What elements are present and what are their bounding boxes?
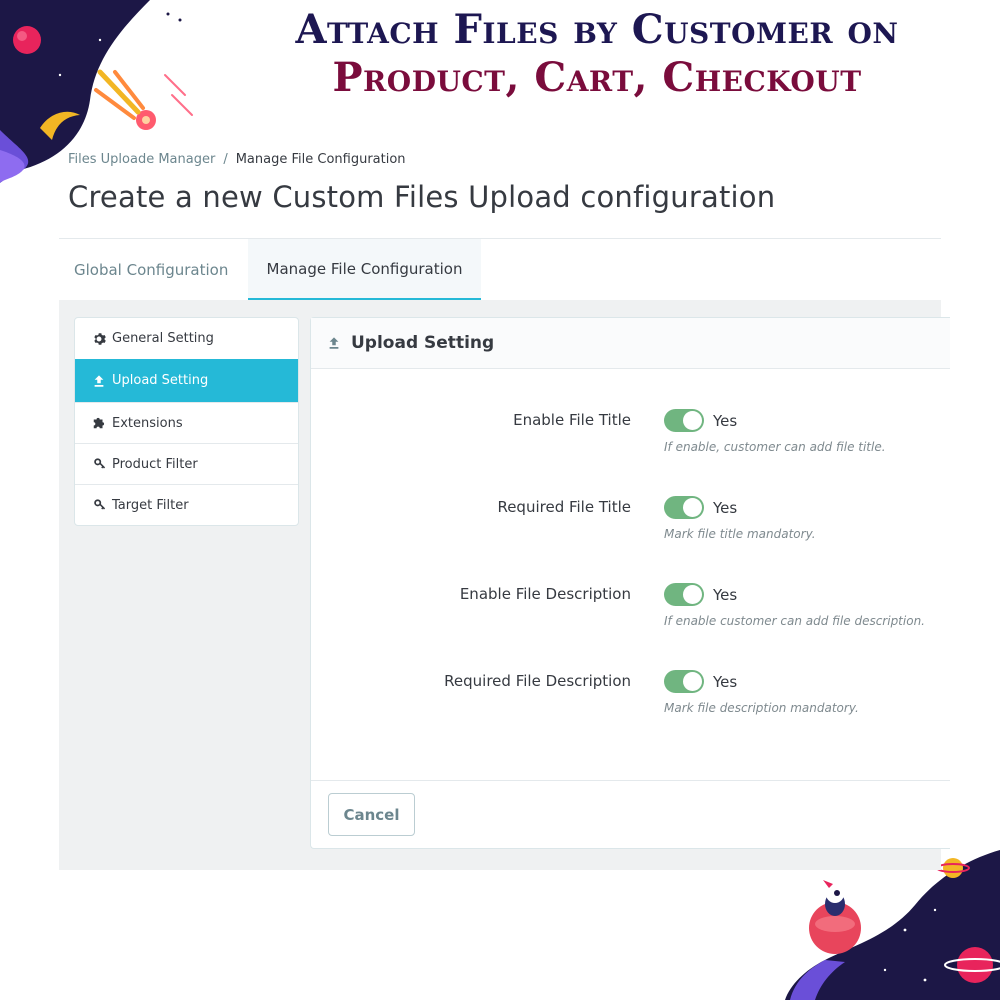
help-text: If enable customer can add file descript… <box>664 614 925 628</box>
cancel-button[interactable]: Cancel <box>328 793 415 836</box>
key-icon <box>94 499 106 510</box>
breadcrumb: Files Uploade Manager / Manage File Config… <box>68 152 406 167</box>
switch-value: Yes <box>713 673 738 691</box>
panel-footer: Cancel <box>311 780 950 848</box>
side-menu-label: Extensions <box>112 415 183 431</box>
side-menu-item-product-filter[interactable]: Product Filter <box>75 443 298 484</box>
tab-bar: Global Configuration Manage File Configu… <box>59 238 941 301</box>
field-label: Enable File Description <box>459 585 631 603</box>
promo-heading: Attach Files by Customer on Product, Car… <box>202 6 992 102</box>
field-label: Enable File Title <box>513 411 631 429</box>
help-text: Mark file description mandatory. <box>664 701 859 715</box>
breadcrumb-separator: / <box>223 152 228 167</box>
key-icon <box>94 458 106 469</box>
side-menu-label: Product Filter <box>112 456 198 472</box>
switch-knob <box>683 672 702 691</box>
switch-knob <box>683 411 702 430</box>
required-file-description-switch[interactable] <box>664 670 704 693</box>
required-file-title-switch[interactable] <box>664 496 704 519</box>
promo-line-1: Attach Files by Customer on <box>295 6 899 53</box>
side-menu-label: Upload Setting <box>112 373 209 388</box>
help-text: Mark file title mandatory. <box>664 527 816 541</box>
puzzle-icon <box>93 417 105 429</box>
side-menu-item-general-setting[interactable]: General Setting <box>75 318 298 359</box>
side-menu-label: General Setting <box>112 331 214 346</box>
breadcrumb-parent-link[interactable]: Files Uploade Manager <box>68 152 215 167</box>
panel-title: Upload Setting <box>351 333 495 353</box>
panel-header: Upload Setting <box>311 318 950 369</box>
tab-manage-file-configuration[interactable]: Manage File Configuration <box>248 239 481 301</box>
upload-icon <box>94 374 104 387</box>
gear-icon <box>94 332 106 345</box>
enable-file-description-switch[interactable] <box>664 583 704 606</box>
help-text: If enable, customer can add file title. <box>664 440 886 454</box>
breadcrumb-current: Manage File Configuration <box>235 152 406 167</box>
switch-knob <box>683 498 702 517</box>
switch-value: Yes <box>713 412 738 430</box>
switch-value: Yes <box>713 586 738 604</box>
side-menu-item-extensions[interactable]: Extensions <box>75 402 298 443</box>
field-label: Required File Title <box>497 498 631 516</box>
promo-line-2: Product, Cart, Checkout <box>332 54 862 101</box>
switch-knob <box>683 585 702 604</box>
space-decoration-bottom-right <box>785 850 1000 1000</box>
side-menu-label: Target Filter <box>112 497 189 513</box>
upload-setting-panel: Upload Setting Enable File Title Yes If … <box>310 317 950 849</box>
upload-icon <box>329 337 339 349</box>
side-menu-item-upload-setting[interactable]: Upload Setting <box>75 359 298 402</box>
field-label: Required File Description <box>444 672 631 690</box>
tab-global-configuration[interactable]: Global Configuration <box>59 239 248 300</box>
page-title: Create a new Custom Files Upload configu… <box>68 180 776 214</box>
settings-side-menu: General Setting Upload Setting Extension… <box>74 317 299 526</box>
side-menu-item-target-filter[interactable]: Target Filter <box>75 484 298 525</box>
enable-file-title-switch[interactable] <box>664 409 704 432</box>
switch-value: Yes <box>713 499 738 517</box>
